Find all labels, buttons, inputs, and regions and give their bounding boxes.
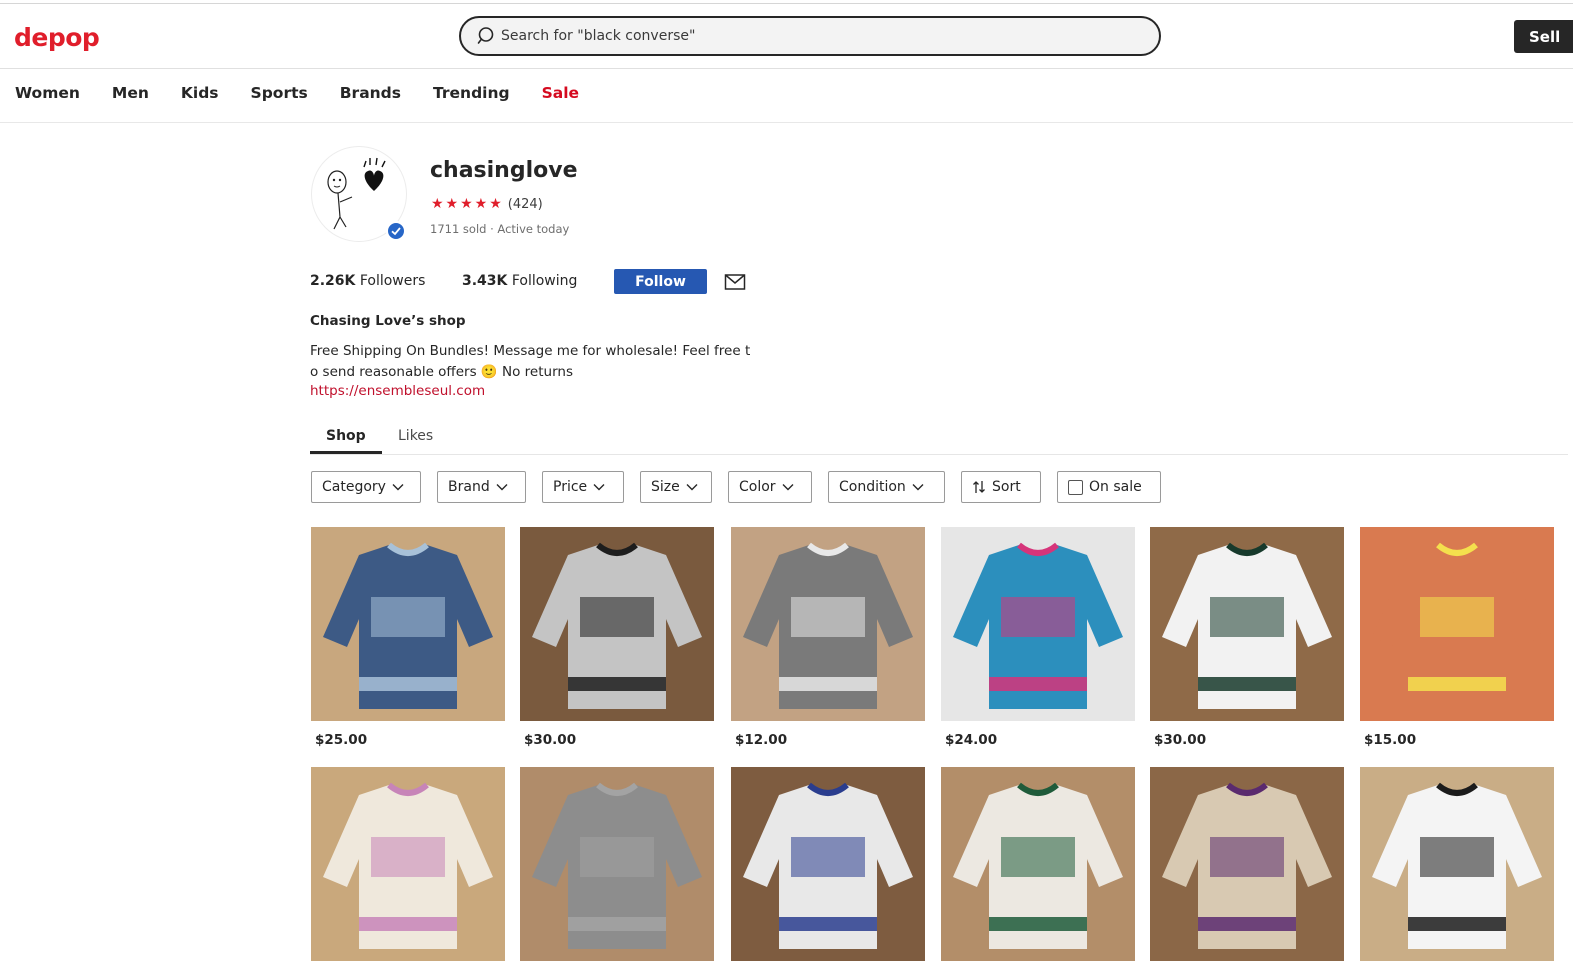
filter-color[interactable]: Color — [728, 471, 812, 503]
tab-shop[interactable]: Shop — [326, 428, 366, 444]
profile-username: chasinglove — [430, 158, 578, 183]
nav-sports[interactable]: Sports — [251, 84, 308, 106]
product-card[interactable] — [311, 767, 505, 961]
product-card[interactable] — [1150, 767, 1344, 961]
product-card[interactable]: $30.00 — [520, 527, 714, 748]
filter-price[interactable]: Price — [542, 471, 624, 503]
product-card[interactable] — [731, 767, 925, 961]
rating-stars-icon: ★★★★★ — [431, 196, 504, 212]
product-image[interactable] — [731, 527, 925, 721]
bio-line-2: o send reasonable offers 🙂 No returns — [310, 364, 573, 380]
depop-logo[interactable]: depop — [14, 23, 100, 52]
nav-divider — [0, 122, 1573, 123]
filter-size[interactable]: Size — [640, 471, 712, 503]
chevron-down-icon — [782, 484, 794, 491]
filter-color-label: Color — [739, 479, 776, 495]
sort-arrows-icon — [973, 481, 985, 493]
product-image[interactable] — [941, 527, 1135, 721]
product-image[interactable] — [520, 767, 714, 961]
tab-likes[interactable]: Likes — [398, 428, 433, 444]
filter-bar: Category Brand Price Size Color Conditio… — [311, 471, 1161, 503]
header-divider — [0, 68, 1573, 69]
sort-button[interactable]: Sort — [961, 471, 1041, 503]
seller-rating[interactable]: ★★★★★ (424) — [431, 196, 543, 212]
chevron-down-icon — [496, 484, 508, 491]
nav-trending[interactable]: Trending — [433, 84, 510, 106]
on-sale-label: On sale — [1089, 479, 1142, 495]
shop-title: Chasing Love’s shop — [310, 313, 466, 329]
search-icon — [477, 27, 494, 44]
search-bar[interactable] — [459, 16, 1161, 56]
search-input[interactable] — [501, 25, 1141, 47]
following-count: 3.43K — [462, 273, 508, 289]
nav-brands[interactable]: Brands — [340, 84, 401, 106]
site-header: depop Sell — [0, 4, 1573, 68]
filter-brand-label: Brand — [448, 479, 490, 495]
filter-condition[interactable]: Condition — [828, 471, 945, 503]
sort-label: Sort — [992, 479, 1021, 495]
mail-icon[interactable] — [724, 273, 746, 291]
product-price: $25.00 — [315, 732, 368, 748]
category-nav: Women Men Kids Sports Brands Trending Sa… — [15, 84, 579, 106]
following-label: Following — [511, 273, 578, 289]
product-card[interactable] — [520, 767, 714, 961]
nav-sale[interactable]: Sale — [542, 84, 579, 106]
on-sale-checkbox[interactable] — [1068, 479, 1083, 495]
followers-label: Followers — [359, 273, 426, 289]
filter-category[interactable]: Category — [311, 471, 421, 503]
product-price: $24.00 — [945, 732, 998, 748]
active-tab-indicator — [310, 451, 382, 454]
product-image[interactable] — [520, 527, 714, 721]
product-card[interactable] — [941, 767, 1135, 961]
shop-bio: Free Shipping On Bundles! Message me for… — [310, 341, 810, 383]
product-card[interactable] — [1360, 767, 1554, 961]
profile-website-link[interactable]: https://ensembleseul.com — [310, 383, 485, 399]
product-card[interactable]: $15.00 — [1360, 527, 1554, 748]
verified-badge-icon — [386, 221, 406, 241]
product-card[interactable]: $30.00 — [1150, 527, 1344, 748]
profile-tabs: Shop Likes — [310, 425, 1568, 455]
product-card[interactable]: $12.00 — [731, 527, 925, 748]
product-image[interactable] — [1360, 527, 1554, 721]
product-price: $30.00 — [1154, 732, 1207, 748]
nav-men[interactable]: Men — [112, 84, 149, 106]
nav-kids[interactable]: Kids — [181, 84, 219, 106]
filter-price-label: Price — [553, 479, 588, 495]
filter-condition-label: Condition — [839, 479, 906, 495]
chevron-down-icon — [686, 484, 698, 491]
filter-brand[interactable]: Brand — [437, 471, 526, 503]
filter-category-label: Category — [322, 479, 386, 495]
followers-count: 2.26K — [310, 273, 356, 289]
product-image[interactable] — [311, 767, 505, 961]
product-price: $12.00 — [735, 732, 788, 748]
product-image[interactable] — [311, 527, 505, 721]
following-link[interactable]: 3.43K Following — [462, 273, 577, 289]
chevron-down-icon — [392, 484, 404, 491]
product-card[interactable]: $24.00 — [941, 527, 1135, 748]
nav-women[interactable]: Women — [15, 84, 80, 106]
product-price: $30.00 — [524, 732, 577, 748]
product-image[interactable] — [941, 767, 1135, 961]
followers-link[interactable]: 2.26K Followers — [310, 273, 425, 289]
chevron-down-icon — [593, 484, 605, 491]
product-image[interactable] — [731, 767, 925, 961]
product-image[interactable] — [1150, 527, 1344, 721]
bio-line-1: Free Shipping On Bundles! Message me for… — [310, 343, 751, 359]
product-card[interactable]: $25.00 — [311, 527, 505, 748]
chevron-down-icon — [912, 484, 924, 491]
follow-stats: 2.26K Followers 3.43K Following — [310, 273, 577, 289]
product-price: $15.00 — [1364, 732, 1417, 748]
review-count: (424) — [507, 196, 543, 212]
sell-button[interactable]: Sell — [1514, 20, 1573, 53]
product-image[interactable] — [1150, 767, 1344, 961]
product-image[interactable] — [1360, 767, 1554, 961]
follow-button[interactable]: Follow — [614, 269, 707, 294]
seller-meta: 1711 sold · Active today — [430, 222, 570, 236]
on-sale-toggle[interactable]: On sale — [1057, 471, 1161, 503]
filter-size-label: Size — [651, 479, 680, 495]
